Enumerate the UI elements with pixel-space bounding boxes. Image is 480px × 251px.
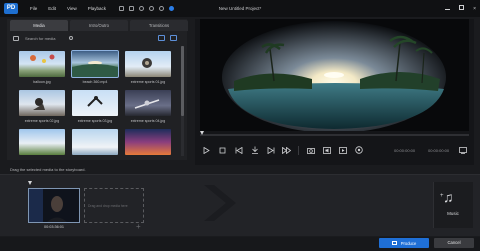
media-item[interactable]: extreme sports 03.jpg <box>72 90 118 123</box>
produce-icon <box>391 241 397 245</box>
media-grid: balloon.jpg beach 360.mp4 extreme sports… <box>12 46 177 160</box>
close-icon[interactable]: × <box>473 6 476 12</box>
control-separator <box>298 145 299 155</box>
media-thumbnail[interactable] <box>19 129 65 155</box>
media-caption: balloon.jpg <box>33 80 51 84</box>
cancel-button[interactable]: Cancel <box>434 238 474 248</box>
tab-transitions[interactable]: Transitions <box>130 20 188 31</box>
drop-slot-text: Drag and drop media here <box>88 204 128 208</box>
redo-icon[interactable] <box>148 6 154 11</box>
add-slot-icon[interactable]: + <box>136 223 141 231</box>
title-toolbar <box>118 6 179 11</box>
minimize-icon[interactable] <box>445 6 451 12</box>
menu-file[interactable]: File <box>30 6 37 11</box>
menu-edit[interactable]: Edit <box>48 6 56 11</box>
media-thumbnail[interactable] <box>72 90 118 116</box>
search-placeholder: Search for media <box>25 35 56 41</box>
media-caption: extreme sports 03.jpg <box>77 119 113 123</box>
storyboard-playhead[interactable] <box>28 181 32 185</box>
split-icon[interactable] <box>250 146 259 155</box>
next-frame-icon[interactable] <box>266 146 275 155</box>
media-item[interactable]: beach 360.mp4 <box>71 50 119 84</box>
preview-panel: 00:00:00:00 00:00:00:00 <box>195 19 474 165</box>
scrollbar-thumb[interactable] <box>181 46 184 116</box>
storyboard: 00:03:36:01 Drag and drop media here + <box>0 174 480 236</box>
media-panel: Media Intro/Outro Transitions Search for… <box>7 19 190 160</box>
thumbnail-view-icon[interactable] <box>158 35 165 41</box>
previous-frame-icon[interactable] <box>234 146 243 155</box>
media-tabs: Media Intro/Outro Transitions <box>10 20 190 31</box>
media-scrollbar[interactable] <box>181 46 184 156</box>
media-item[interactable]: balloon.jpg <box>19 51 65 84</box>
storyboard-hint: Drag the selected media to the storyboar… <box>10 167 86 172</box>
undock-icon[interactable] <box>338 146 347 155</box>
produce-label: Produce <box>400 240 417 246</box>
media-item[interactable]: extreme sports 01.jpg <box>125 51 171 84</box>
media-item[interactable]: extreme sports 02.jpg <box>19 90 65 123</box>
play-icon[interactable] <box>202 146 211 155</box>
music-label: Music <box>447 211 459 216</box>
app-logo: PD <box>4 3 18 14</box>
media-thumbnail[interactable] <box>125 90 171 116</box>
snapshot-icon[interactable] <box>306 146 315 155</box>
volume-icon[interactable] <box>322 146 331 155</box>
media-thumbnail[interactable] <box>125 129 171 155</box>
media-thumbnail[interactable] <box>71 50 119 78</box>
menu-playback[interactable]: Playback <box>88 6 106 11</box>
media-item[interactable]: extreme sports 04.jpg <box>125 90 171 123</box>
media-caption: extreme sports 02.jpg <box>24 119 60 123</box>
menu-bar: File Edit View Playback <box>30 6 117 11</box>
media-caption: extreme sports 04.jpg <box>130 119 166 123</box>
tab-intro-outro[interactable]: Intro/Outro <box>70 20 128 31</box>
help-icon[interactable] <box>168 6 174 11</box>
media-toolbar: Search for media <box>7 32 187 44</box>
detail-view-icon[interactable] <box>170 35 177 41</box>
music-note-icon[interactable]: ♫ <box>443 190 454 204</box>
storyboard-chevron-icon <box>204 185 236 221</box>
fast-forward-icon[interactable] <box>282 146 291 155</box>
search-icon[interactable] <box>69 36 73 40</box>
timecode-total: 00:00:00:00 <box>428 148 450 153</box>
search-input[interactable]: Search for media <box>23 35 75 42</box>
tab-media[interactable]: Media <box>10 20 68 31</box>
media-thumbnail[interactable] <box>19 90 65 116</box>
open-project-icon[interactable] <box>128 6 134 11</box>
preview-scrubber[interactable] <box>200 131 469 136</box>
bottom-bar: Produce Cancel <box>0 237 480 251</box>
media-caption: extreme sports 01.jpg <box>130 80 166 84</box>
view-toggle <box>153 35 177 41</box>
preview-video[interactable] <box>200 19 469 131</box>
undo-icon[interactable] <box>138 6 144 11</box>
maximize-icon[interactable] <box>459 5 465 12</box>
import-media-icon[interactable] <box>13 35 19 41</box>
new-project-icon[interactable] <box>118 6 124 11</box>
media-item[interactable] <box>19 129 65 155</box>
produce-button[interactable]: Produce <box>379 238 429 248</box>
stop-icon[interactable] <box>218 146 227 155</box>
timecode-current: 00:00:00:00 <box>394 148 416 153</box>
fullscreen-icon[interactable] <box>459 147 467 155</box>
media-item[interactable] <box>125 129 171 155</box>
media-caption: beach 360.mp4 <box>82 80 108 84</box>
menu-view[interactable]: View <box>67 6 77 11</box>
media-thumbnail[interactable] <box>19 51 65 77</box>
media-thumbnail[interactable] <box>125 51 171 77</box>
scrubber-knob[interactable] <box>200 131 204 135</box>
settings-icon[interactable] <box>354 146 363 155</box>
media-thumbnail[interactable] <box>72 129 118 155</box>
storyboard-clip[interactable] <box>28 188 80 223</box>
media-item[interactable] <box>72 129 118 155</box>
settings-icon[interactable] <box>158 6 164 11</box>
title-bar: PD File Edit View Playback New Untitled … <box>0 0 480 17</box>
window-controls: × <box>436 0 476 17</box>
clip-duration: 00:03:36:01 <box>43 225 65 229</box>
